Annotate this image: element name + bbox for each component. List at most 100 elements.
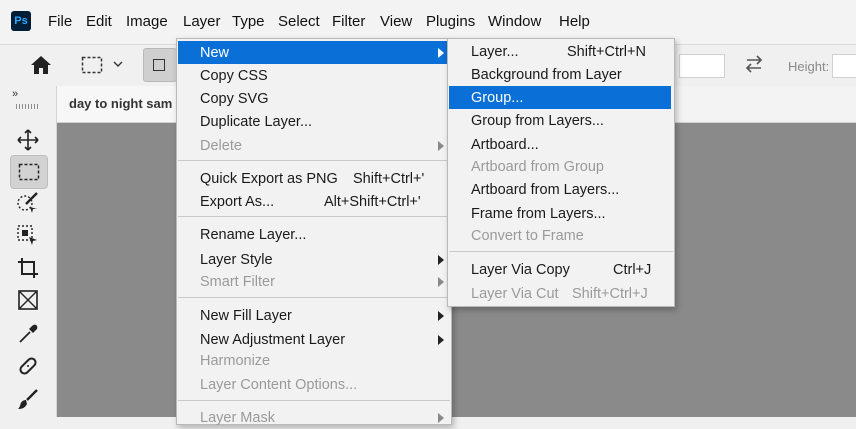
menu-item-new-fill-layer[interactable]: New Fill Layer bbox=[178, 304, 450, 327]
menu-item-layer-content-options[interactable]: Layer Content Options... bbox=[178, 373, 450, 396]
menu-item-new-adjustment-layer[interactable]: New Adjustment Layer bbox=[178, 328, 450, 351]
crop-icon bbox=[18, 258, 38, 278]
menu-separator bbox=[178, 160, 450, 161]
submenu-item-layer-via-cut[interactable]: Layer Via Cut Shift+Ctrl+J bbox=[449, 282, 673, 305]
submenu-item-background-from-layer[interactable]: Background from Layer bbox=[449, 63, 673, 86]
menu-separator bbox=[178, 400, 450, 401]
menu-item-label: Background from Layer bbox=[471, 67, 622, 83]
frame-select-icon bbox=[17, 225, 37, 245]
collapse-panel-icon[interactable]: » bbox=[12, 88, 18, 100]
chevron-down-icon[interactable] bbox=[113, 60, 123, 68]
menu-item-shortcut: Alt+Shift+Ctrl+' bbox=[324, 194, 421, 210]
menu-item-label: Duplicate Layer... bbox=[200, 114, 313, 130]
frame-icon bbox=[18, 290, 38, 310]
menu-separator bbox=[449, 251, 673, 252]
menu-window[interactable]: Window bbox=[488, 13, 541, 30]
menu-item-label: Layer Mask bbox=[200, 410, 275, 426]
document-tab[interactable]: day to night sam bbox=[57, 86, 177, 122]
menu-item-label: Copy CSS bbox=[200, 68, 268, 84]
menu-item-label: New bbox=[200, 45, 230, 61]
photoshop-logo-icon: Ps bbox=[11, 11, 31, 31]
menu-item-delete[interactable]: Delete bbox=[178, 134, 450, 157]
menu-item-shortcut: Shift+Ctrl+' bbox=[353, 171, 425, 187]
menu-item-label: Layer Style bbox=[200, 252, 273, 268]
crop-tool[interactable] bbox=[10, 252, 46, 284]
submenu-item-group-from-layers[interactable]: Group from Layers... bbox=[449, 109, 673, 132]
menu-item-label: New Fill Layer bbox=[200, 308, 292, 324]
menu-item-layer-mask[interactable]: Layer Mask bbox=[178, 406, 450, 429]
menu-help[interactable]: Help bbox=[559, 13, 590, 30]
menu-item-harmonize[interactable]: Harmonize bbox=[178, 349, 450, 372]
menu-item-rename-layer[interactable]: Rename Layer... bbox=[178, 223, 450, 246]
menu-edit[interactable]: Edit bbox=[86, 13, 112, 30]
new-submenu: Layer... Shift+Ctrl+N Background from La… bbox=[447, 38, 675, 307]
submenu-item-artboard-from-group[interactable]: Artboard from Group bbox=[449, 155, 673, 178]
submenu-arrow-icon bbox=[438, 311, 444, 321]
menu-separator bbox=[178, 216, 450, 217]
eyedropper-icon bbox=[19, 324, 38, 343]
menu-filter[interactable]: Filter bbox=[332, 13, 365, 30]
menu-item-label: New Adjustment Layer bbox=[200, 332, 346, 348]
frame-select-tool[interactable] bbox=[10, 220, 46, 252]
move-tool[interactable] bbox=[10, 124, 46, 156]
submenu-item-layer[interactable]: Layer... Shift+Ctrl+N bbox=[449, 40, 673, 63]
submenu-item-frame-from-layers[interactable]: Frame from Layers... bbox=[449, 202, 673, 225]
submenu-arrow-icon bbox=[438, 48, 444, 58]
menu-select[interactable]: Select bbox=[278, 13, 320, 30]
menu-item-copy-css[interactable]: Copy CSS bbox=[178, 64, 450, 87]
menu-item-export-as[interactable]: Export As... Alt+Shift+Ctrl+' bbox=[178, 190, 450, 213]
rectangular-marquee-preset-icon[interactable] bbox=[81, 56, 103, 74]
submenu-item-artboard[interactable]: Artboard... bbox=[449, 133, 673, 156]
menu-view[interactable]: View bbox=[380, 13, 412, 30]
menu-item-label: Quick Export as PNG bbox=[200, 171, 338, 187]
height-field[interactable] bbox=[832, 54, 856, 78]
menu-item-label: Layer Via Copy bbox=[471, 262, 570, 278]
panel-grip[interactable] bbox=[16, 104, 40, 109]
menu-item-label: Artboard from Group bbox=[471, 159, 604, 175]
submenu-arrow-icon bbox=[438, 277, 444, 287]
marquee-icon bbox=[18, 163, 40, 181]
menu-plugins[interactable]: Plugins bbox=[426, 13, 475, 30]
menu-item-label: Harmonize bbox=[200, 353, 271, 369]
menu-layer[interactable]: Layer bbox=[183, 13, 221, 30]
brush-tool[interactable] bbox=[10, 383, 46, 415]
menu-separator bbox=[178, 297, 450, 298]
menu-item-label: Artboard... bbox=[471, 137, 539, 153]
height-label: Height: bbox=[788, 59, 830, 74]
home-icon[interactable] bbox=[30, 55, 52, 75]
menu-item-label: Convert to Frame bbox=[471, 228, 584, 244]
new-selection-mode-button[interactable] bbox=[143, 48, 177, 82]
eyedropper-tool[interactable] bbox=[10, 318, 46, 350]
frame-tool[interactable] bbox=[10, 284, 46, 316]
menu-item-copy-svg[interactable]: Copy SVG bbox=[178, 87, 450, 110]
healing-brush-tool[interactable] bbox=[10, 350, 46, 382]
menu-item-smart-filter[interactable]: Smart Filter bbox=[178, 270, 450, 293]
menu-item-new[interactable]: New bbox=[178, 41, 450, 64]
menu-item-label: Export As... bbox=[200, 194, 275, 210]
menu-image[interactable]: Image bbox=[126, 13, 168, 30]
menu-item-shortcut: Shift+Ctrl+N bbox=[567, 44, 646, 60]
rectangular-marquee-tool[interactable] bbox=[10, 155, 48, 189]
menu-item-label: Frame from Layers... bbox=[471, 206, 606, 222]
menu-item-label: Rename Layer... bbox=[200, 227, 307, 243]
submenu-arrow-icon bbox=[438, 413, 444, 423]
submenu-arrow-icon bbox=[438, 335, 444, 345]
menu-item-label: Layer Via Cut bbox=[471, 286, 559, 302]
object-selection-tool[interactable] bbox=[10, 187, 46, 219]
submenu-item-convert-to-frame[interactable]: Convert to Frame bbox=[449, 224, 673, 247]
submenu-item-group[interactable]: Group... bbox=[449, 86, 671, 109]
menu-item-label: Copy SVG bbox=[200, 91, 269, 107]
menu-file[interactable]: File bbox=[48, 13, 72, 30]
menu-item-quick-export[interactable]: Quick Export as PNG Shift+Ctrl+' bbox=[178, 167, 450, 190]
menu-item-label: Layer... bbox=[471, 44, 519, 60]
menu-item-layer-style[interactable]: Layer Style bbox=[178, 248, 450, 271]
menu-item-label: Layer Content Options... bbox=[200, 377, 358, 393]
menu-type[interactable]: Type bbox=[232, 13, 265, 30]
menu-item-label: Group... bbox=[471, 90, 524, 106]
width-field[interactable] bbox=[679, 54, 725, 78]
menu-item-duplicate-layer[interactable]: Duplicate Layer... bbox=[178, 110, 450, 133]
swap-dimensions-icon[interactable] bbox=[744, 55, 764, 73]
menu-item-shortcut: Ctrl+J bbox=[613, 262, 652, 278]
submenu-item-layer-via-copy[interactable]: Layer Via Copy Ctrl+J bbox=[449, 258, 673, 281]
submenu-item-artboard-from-layers[interactable]: Artboard from Layers... bbox=[449, 178, 673, 201]
